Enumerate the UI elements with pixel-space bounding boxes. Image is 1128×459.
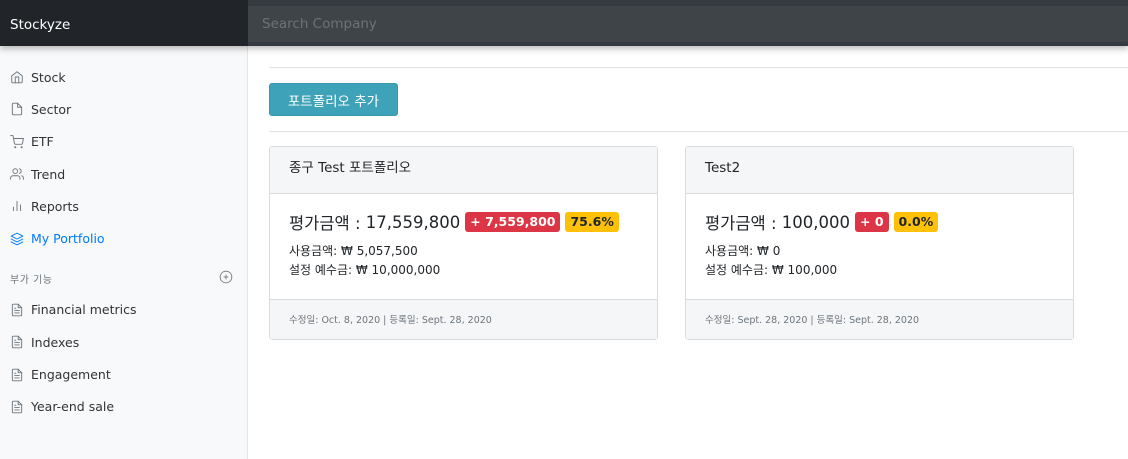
sidebar-item-engagement[interactable]: Engagement xyxy=(0,358,247,390)
home-icon xyxy=(9,70,24,85)
file-icon xyxy=(9,102,24,117)
portfolio-card-title[interactable]: Test2 xyxy=(686,147,1073,194)
used-amount: 사용금액: ₩ 5,057,500 xyxy=(289,244,418,258)
add-portfolio-button[interactable]: 포트폴리오 추가 xyxy=(269,83,398,116)
value-amount: 100,000 xyxy=(781,212,851,232)
sidebar-item-label: Financial metrics xyxy=(31,302,137,318)
change-badge: + 0 xyxy=(855,212,889,232)
portfolio-card-dates: 수정일: Sept. 28, 2020 | 등록일: Sept. 28, 202… xyxy=(686,299,1073,339)
sidebar-section-title: 부가 기능 xyxy=(10,275,53,287)
users-icon xyxy=(9,167,24,182)
sidebar-item-label: Sector xyxy=(31,101,72,117)
value-amount: 17,559,800 xyxy=(365,212,461,232)
percent-badge: 75.6% xyxy=(565,212,619,232)
divider xyxy=(269,67,1128,68)
portfolio-card[interactable]: Test2 평가금액 : 100,000 + 0 0.0% 사용금액: ₩ 0 … xyxy=(685,146,1074,340)
sidebar-item-stock[interactable]: Stock xyxy=(0,61,247,93)
main-content: 포트폴리오 추가 종구 Test 포트폴리오 평가금액 : 17,559,800… xyxy=(248,46,1128,459)
sidebar-item-label: Indexes xyxy=(31,334,80,350)
deposit-amount: 설정 예수금: ₩ 100,000 xyxy=(705,263,838,277)
value-label: 평가금액 : xyxy=(289,214,361,233)
portfolio-value-line: 평가금액 : 17,559,800 + 7,559,800 75.6% xyxy=(289,210,657,234)
portfolio-card-dates: 수정일: Oct. 8, 2020 | 등록일: Sept. 28, 2020 xyxy=(270,299,657,339)
divider xyxy=(269,131,1128,132)
sidebar-item-trend[interactable]: Trend xyxy=(0,158,247,190)
sidebar-item-label: ETF xyxy=(31,134,54,150)
top-navbar: Stockyze xyxy=(0,0,1128,46)
plus-circle-icon[interactable] xyxy=(219,270,233,287)
sidebar-item-label: My Portfolio xyxy=(31,231,105,247)
sidebar-item-year-end-sale[interactable]: Year-end sale xyxy=(0,391,247,423)
layers-icon xyxy=(9,231,24,246)
sidebar-item-etf[interactable]: ETF xyxy=(0,126,247,158)
sidebar-section-header: 부가 기능 xyxy=(0,268,247,290)
file-text-icon xyxy=(9,399,24,414)
sidebar-item-label: Year-end sale xyxy=(31,399,115,415)
sidebar-item-label: Stock xyxy=(31,69,66,85)
portfolio-card-body: 평가금액 : 17,559,800 + 7,559,800 75.6% 사용금액… xyxy=(270,194,657,299)
sidebar-item-financial-metrics[interactable]: Financial metrics xyxy=(0,294,247,326)
sidebar: Stock Sector ETF Trend Reports My Portfo… xyxy=(0,46,248,459)
sidebar-item-label: Engagement xyxy=(31,367,111,383)
file-text-icon xyxy=(9,302,24,317)
sidebar-item-my-portfolio[interactable]: My Portfolio xyxy=(0,222,247,254)
sidebar-item-sector[interactable]: Sector xyxy=(0,93,247,125)
portfolio-card-body: 평가금액 : 100,000 + 0 0.0% 사용금액: ₩ 0 설정 예수금… xyxy=(686,194,1073,299)
sidebar-item-indexes[interactable]: Indexes xyxy=(0,326,247,358)
used-amount: 사용금액: ₩ 0 xyxy=(705,244,781,258)
sidebar-item-reports[interactable]: Reports xyxy=(0,190,247,222)
sidebar-item-label: Reports xyxy=(31,198,79,214)
sidebar-item-label: Trend xyxy=(31,166,66,182)
portfolio-card-title[interactable]: 종구 Test 포트폴리오 xyxy=(270,147,657,194)
file-text-icon xyxy=(9,367,24,382)
percent-badge: 0.0% xyxy=(893,212,939,232)
file-text-icon xyxy=(9,335,24,350)
deposit-amount: 설정 예수금: ₩ 10,000,000 xyxy=(289,263,441,277)
cart-icon xyxy=(9,134,24,149)
value-label: 평가금액 : xyxy=(705,214,777,233)
brand-logo[interactable]: Stockyze xyxy=(0,0,248,46)
bar-chart-icon xyxy=(9,199,24,214)
change-badge: + 7,559,800 xyxy=(465,212,561,232)
portfolio-card[interactable]: 종구 Test 포트폴리오 평가금액 : 17,559,800 + 7,559,… xyxy=(269,146,658,340)
search-input[interactable] xyxy=(248,6,1128,42)
portfolio-value-line: 평가금액 : 100,000 + 0 0.0% xyxy=(705,210,1073,234)
